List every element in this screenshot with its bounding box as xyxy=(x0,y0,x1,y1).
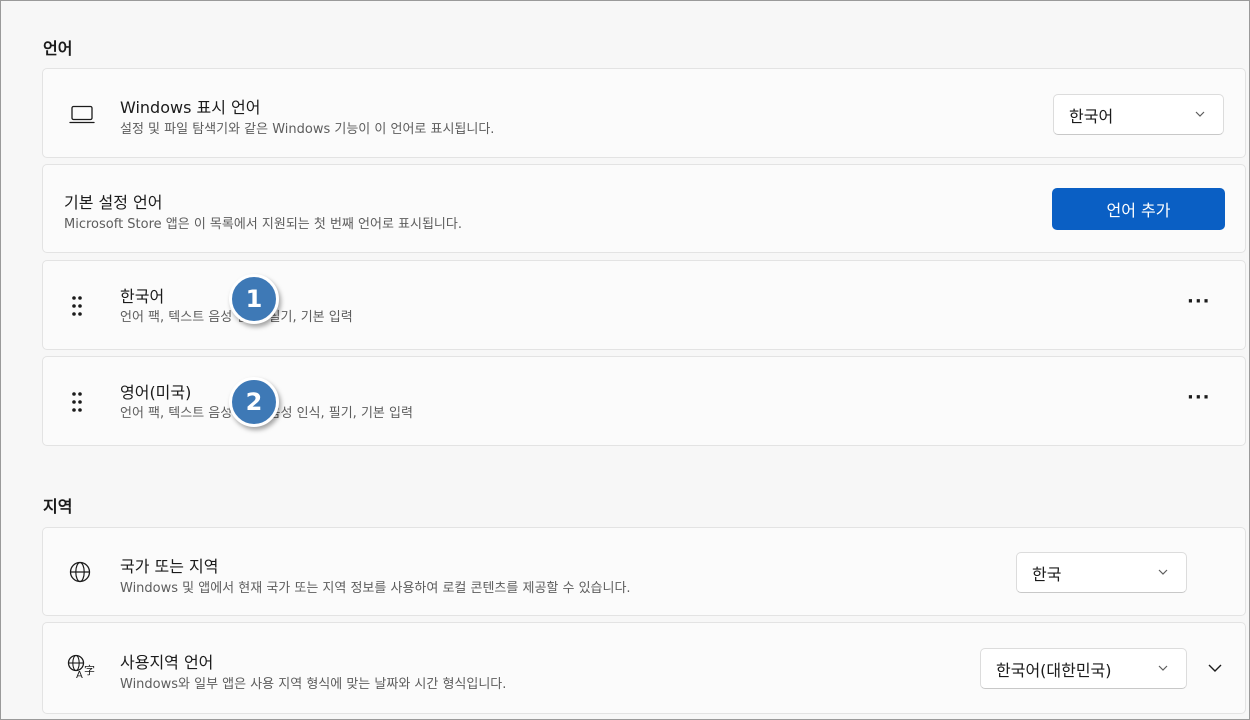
country-region-selected: 한국 xyxy=(1032,564,1062,584)
regional-format-selected: 한국어(대한민국) xyxy=(996,660,1112,680)
language-item-english-us[interactable]: 영어(미국) 언어 팩, 텍스트 음성 변환, 음성 인식, 필기, 기본 입력… xyxy=(42,356,1246,446)
chevron-down-icon xyxy=(1158,665,1168,671)
display-language-title: Windows 표시 언어 xyxy=(120,98,261,117)
svg-text:字: 字 xyxy=(84,663,95,677)
regional-format-title: 사용지역 언어 xyxy=(120,653,214,672)
preferred-languages-title: 기본 설정 언어 xyxy=(64,193,163,212)
display-language-selected: 한국어 xyxy=(1069,106,1114,126)
annotation-badge-1: 1 xyxy=(229,274,279,324)
more-options-button[interactable]: ··· xyxy=(1187,387,1211,408)
language-format-icon: A 字 xyxy=(67,654,95,680)
svg-text:A: A xyxy=(76,670,83,680)
regional-format-card: A 字 사용지역 언어 Windows와 일부 앱은 사용 지역 형식에 맞는 … xyxy=(42,622,1246,714)
display-language-dropdown[interactable]: 한국어 xyxy=(1053,94,1224,135)
more-options-button[interactable]: ··· xyxy=(1187,291,1211,312)
drag-handle-icon[interactable] xyxy=(72,295,82,317)
chevron-down-icon xyxy=(1158,569,1168,575)
laptop-icon xyxy=(69,105,95,124)
globe-icon xyxy=(69,561,91,583)
country-region-card: 국가 또는 지역 Windows 및 앱에서 현재 국가 또는 지역 정보를 사… xyxy=(42,527,1246,616)
preferred-languages-card: 기본 설정 언어 Microsoft Store 앱은 이 목록에서 지원되는 … xyxy=(42,164,1246,253)
language-section-title: 언어 xyxy=(43,39,73,58)
display-language-description: 설정 및 파일 탐색기와 같은 Windows 기능이 이 언어로 표시됩니다. xyxy=(120,122,495,137)
add-language-button[interactable]: 언어 추가 xyxy=(1052,188,1225,230)
annotation-badge-2: 2 xyxy=(229,377,279,427)
country-region-title: 국가 또는 지역 xyxy=(120,557,219,576)
language-name: 영어(미국) xyxy=(120,383,192,402)
expand-chevron-icon[interactable] xyxy=(1208,663,1222,673)
chevron-down-icon xyxy=(1195,111,1205,117)
country-region-description: Windows 및 앱에서 현재 국가 또는 지역 정보를 사용하여 로컬 콘텐… xyxy=(120,581,631,596)
drag-handle-icon[interactable] xyxy=(72,391,82,413)
settings-window: 언어 Windows 표시 언어 설정 및 파일 탐색기와 같은 Windows… xyxy=(0,0,1250,720)
country-region-dropdown[interactable]: 한국 xyxy=(1016,552,1187,593)
display-language-card: Windows 표시 언어 설정 및 파일 탐색기와 같은 Windows 기능… xyxy=(42,68,1246,158)
language-name: 한국어 xyxy=(120,287,165,306)
language-item-korean[interactable]: 한국어 언어 팩, 텍스트 음성 변환, 필기, 기본 입력 ··· xyxy=(42,260,1246,350)
regional-format-description: Windows와 일부 앱은 사용 지역 형식에 맞는 날짜와 시간 형식입니다… xyxy=(120,677,507,692)
preferred-languages-description: Microsoft Store 앱은 이 목록에서 지원되는 첫 번째 언어로 … xyxy=(64,217,462,232)
region-section-title: 지역 xyxy=(43,497,73,516)
regional-format-dropdown[interactable]: 한국어(대한민국) xyxy=(980,648,1187,689)
